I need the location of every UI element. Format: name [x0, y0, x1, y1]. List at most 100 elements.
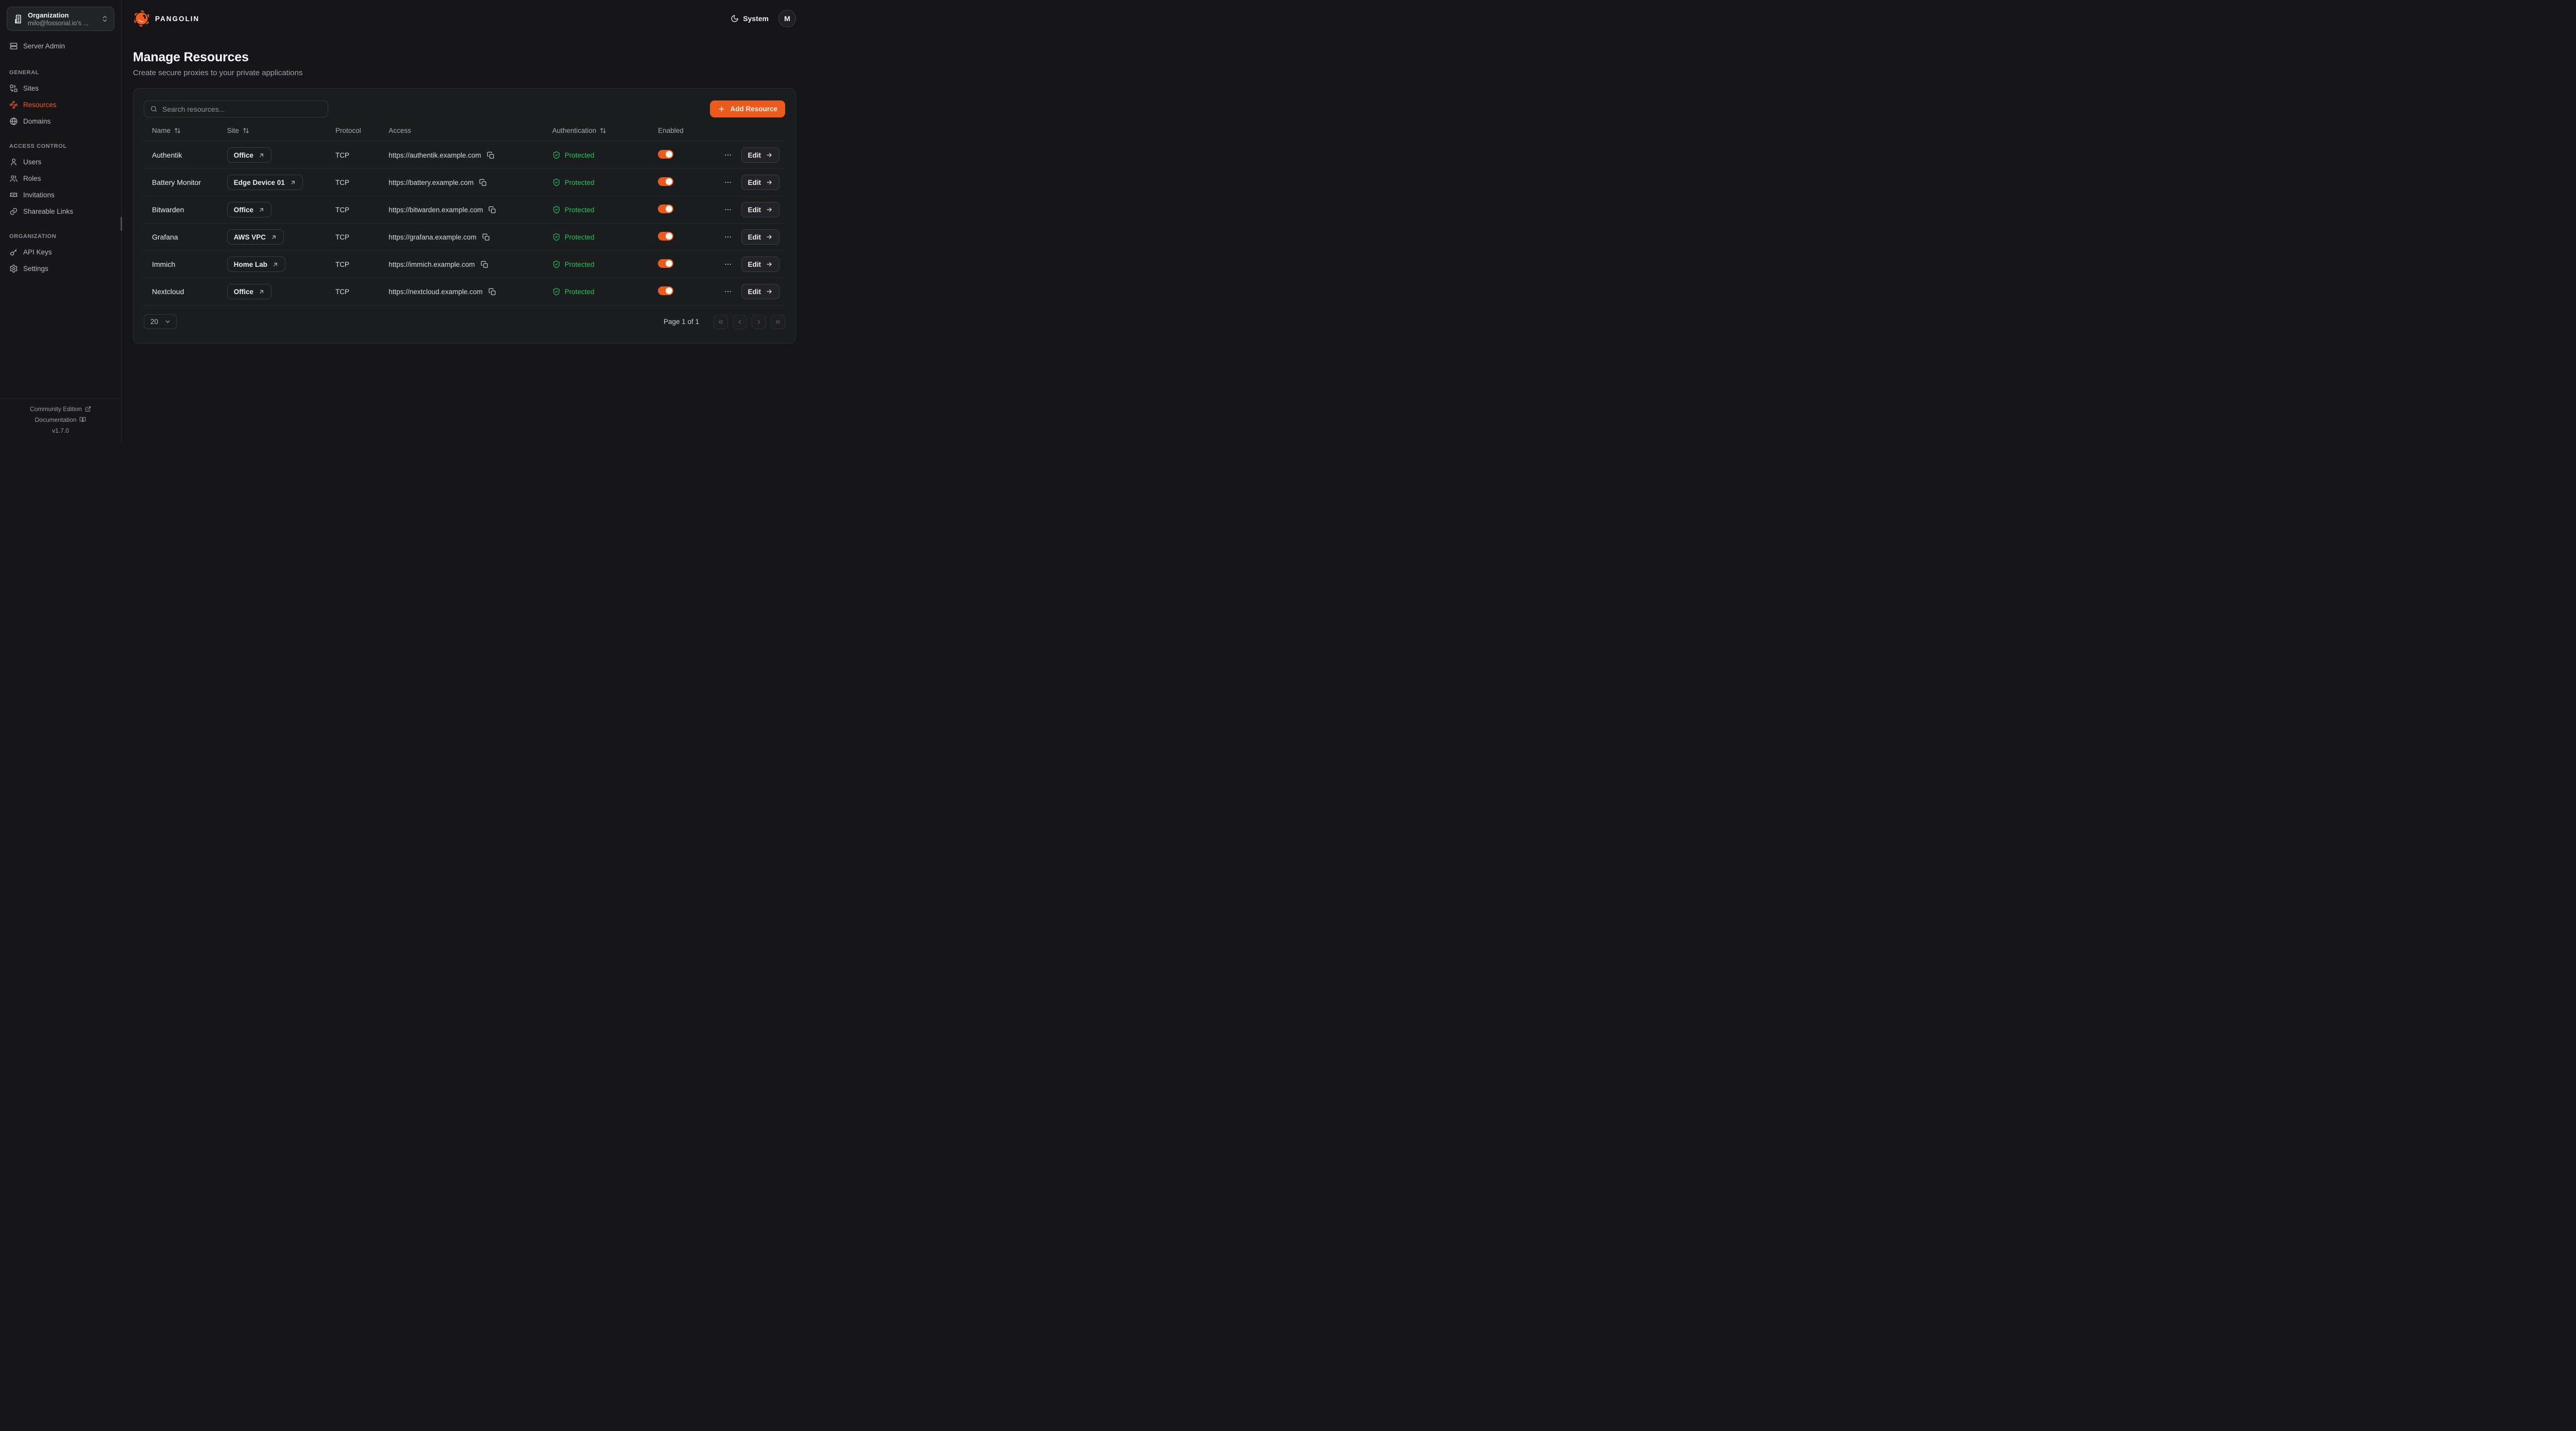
sidebar-resize-handle[interactable] — [121, 217, 122, 231]
site-chip[interactable]: Home Lab — [227, 257, 285, 272]
ellipsis-icon — [724, 178, 732, 186]
sidebar-item-domains[interactable]: Domains — [6, 113, 115, 129]
sidebar-item-roles[interactable]: Roles — [6, 171, 115, 186]
row-menu-button[interactable] — [723, 232, 733, 242]
avatar[interactable]: M — [778, 10, 796, 27]
prev-page-button[interactable] — [733, 315, 747, 329]
page-size-select[interactable]: 20 — [144, 314, 177, 329]
sidebar-item-settings[interactable]: Settings — [6, 261, 115, 277]
row-menu-button[interactable] — [723, 150, 733, 160]
edit-button[interactable]: Edit — [741, 175, 780, 190]
enabled-toggle[interactable] — [658, 177, 673, 186]
protocol-label: TCP — [335, 288, 349, 296]
auth-status-badge: Protected — [552, 260, 646, 268]
arrow-right-icon — [766, 233, 773, 241]
topbar: PANGOLIN System M — [122, 0, 808, 37]
ellipsis-icon — [724, 287, 732, 296]
theme-toggle-button[interactable]: System — [731, 14, 769, 23]
resources-card: Add Resource Name Site — [133, 88, 796, 344]
sidebar-item-label: Sites — [23, 84, 39, 92]
user-icon — [9, 158, 18, 166]
page-content: Manage Resources Create secure proxies t… — [122, 37, 808, 344]
shield-check-icon — [552, 178, 561, 186]
sidebar-item-sites[interactable]: Sites — [6, 80, 115, 96]
first-page-button[interactable] — [714, 315, 728, 329]
resource-name: Battery Monitor — [152, 178, 201, 186]
auth-status-badge: Protected — [552, 206, 646, 214]
column-header-authentication[interactable]: Authentication — [544, 118, 650, 142]
ellipsis-icon — [724, 260, 732, 268]
copy-button[interactable] — [479, 179, 487, 186]
sidebar-item-resources[interactable]: Resources — [6, 97, 115, 113]
access-url: https://authentik.example.com — [388, 151, 481, 159]
column-header-name[interactable]: Name — [144, 118, 219, 142]
arrow-up-right-icon — [290, 179, 296, 186]
copy-icon — [488, 288, 496, 296]
copy-button[interactable] — [487, 151, 495, 159]
row-menu-button[interactable] — [723, 259, 733, 269]
column-header-protocol: Protocol — [327, 118, 380, 142]
enabled-toggle[interactable] — [658, 259, 673, 268]
last-page-button[interactable] — [771, 315, 785, 329]
documentation-link[interactable]: Documentation — [4, 414, 117, 425]
copy-button[interactable] — [488, 206, 496, 214]
auth-status-badge: Protected — [552, 151, 646, 159]
site-chip[interactable]: AWS VPC — [227, 229, 284, 245]
edit-button[interactable]: Edit — [741, 202, 780, 217]
copy-button[interactable] — [482, 233, 490, 241]
row-menu-button[interactable] — [723, 177, 733, 188]
site-chip[interactable]: Office — [227, 284, 272, 299]
edit-button[interactable]: Edit — [741, 229, 780, 245]
copy-icon — [488, 206, 496, 214]
next-page-button[interactable] — [752, 315, 766, 329]
organization-selector[interactable]: Organization milo@fossorial.io's ... — [7, 7, 114, 31]
server-icon — [9, 42, 18, 50]
table-row: Immich Home Lab TCP https://immich.examp… — [144, 251, 785, 278]
sidebar-item-api-keys[interactable]: API Keys — [6, 244, 115, 260]
brand-name: PANGOLIN — [155, 15, 199, 23]
enabled-toggle[interactable] — [658, 232, 673, 241]
edit-button[interactable]: Edit — [741, 284, 780, 299]
arrow-up-right-icon — [258, 207, 265, 213]
sidebar-item-users[interactable]: Users — [6, 154, 115, 170]
sidebar-item-server-admin[interactable]: Server Admin — [6, 38, 115, 54]
shield-check-icon — [552, 287, 561, 296]
chevron-right-icon — [755, 318, 762, 326]
pagination: Page 1 of 1 — [664, 315, 785, 329]
ticket-check-icon — [9, 191, 18, 199]
copy-icon — [479, 179, 487, 186]
resource-name: Nextcloud — [152, 287, 184, 296]
protocol-label: TCP — [335, 261, 349, 268]
protocol-label: TCP — [335, 179, 349, 186]
nav-heading-general: GENERAL — [9, 70, 112, 76]
users-icon — [9, 174, 18, 183]
auth-status-badge: Protected — [552, 178, 646, 186]
column-header-site[interactable]: Site — [219, 118, 327, 142]
site-chip[interactable]: Office — [227, 147, 272, 163]
table-row: Nextcloud Office TCP https://nextcloud.e… — [144, 278, 785, 305]
edit-button[interactable]: Edit — [741, 257, 780, 272]
link-icon — [9, 207, 18, 216]
copy-button[interactable] — [481, 261, 488, 268]
community-edition-link[interactable]: Community Edition — [4, 403, 117, 414]
column-header-actions — [724, 118, 785, 142]
enabled-toggle[interactable] — [658, 205, 673, 213]
edit-button[interactable]: Edit — [741, 147, 780, 163]
sidebar-item-shareable-links[interactable]: Shareable Links — [6, 203, 115, 219]
enabled-toggle[interactable] — [658, 150, 673, 159]
row-menu-button[interactable] — [723, 286, 733, 297]
add-resource-button[interactable]: Add Resource — [710, 100, 785, 117]
sidebar-item-label: API Keys — [23, 248, 52, 256]
copy-button[interactable] — [488, 288, 496, 296]
chevron-down-icon — [164, 318, 171, 325]
sidebar-item-invitations[interactable]: Invitations — [6, 187, 115, 203]
search-input[interactable] — [162, 105, 322, 113]
resource-name: Bitwarden — [152, 206, 184, 214]
globe-icon — [9, 117, 18, 126]
ellipsis-icon — [724, 151, 732, 159]
enabled-toggle[interactable] — [658, 286, 673, 295]
site-chip[interactable]: Office — [227, 202, 272, 217]
site-chip[interactable]: Edge Device 01 — [227, 175, 303, 190]
row-menu-button[interactable] — [723, 205, 733, 215]
arrow-up-right-icon — [272, 261, 279, 268]
